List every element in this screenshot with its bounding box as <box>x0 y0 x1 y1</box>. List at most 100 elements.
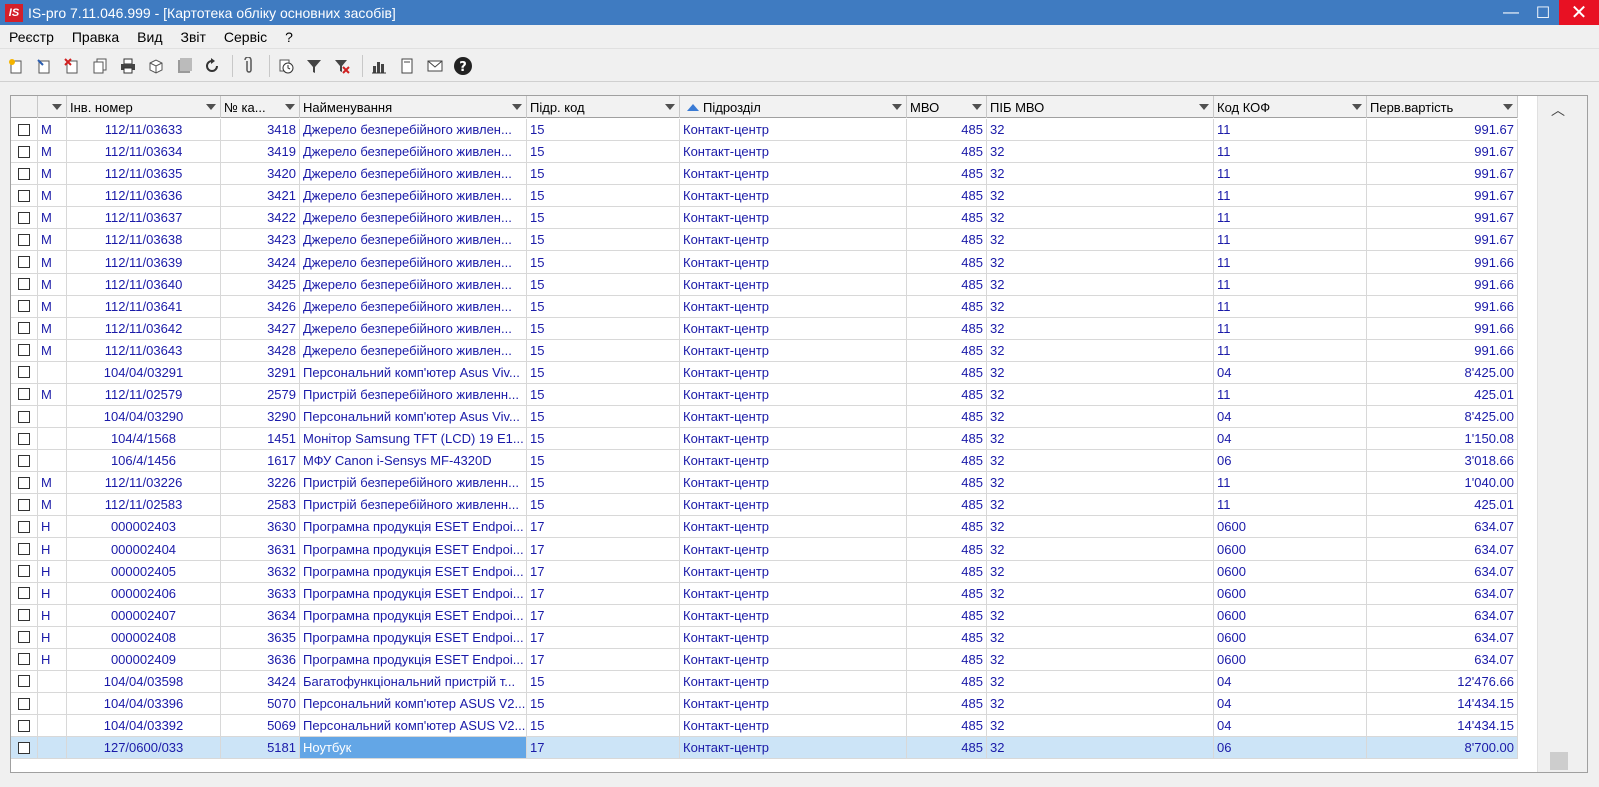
cell-department[interactable]: Контакт-центр <box>680 163 907 185</box>
cell-flag[interactable]: Н <box>38 538 67 560</box>
cell-dept-code[interactable]: 15 <box>527 715 680 737</box>
cell-inv-number[interactable]: 112/11/03641 <box>67 295 221 317</box>
cell-name[interactable]: Джерело безперебійного живлен... <box>300 185 527 207</box>
cell-mvo[interactable]: 485 <box>907 229 987 251</box>
row-checkbox[interactable] <box>18 498 30 511</box>
copy-icon[interactable] <box>88 54 112 78</box>
cell-mvo-name[interactable]: 32 <box>987 406 1214 428</box>
row-checkbox[interactable] <box>18 432 30 445</box>
cell-mvo-name[interactable]: 32 <box>987 428 1214 450</box>
row-checkbox[interactable] <box>18 322 30 335</box>
cell-card-number[interactable]: 1617 <box>221 450 300 472</box>
cell-dept-code[interactable]: 15 <box>527 119 680 141</box>
cell-flag[interactable]: Н <box>38 626 67 648</box>
cell-mvo-name[interactable]: 32 <box>987 693 1214 715</box>
cell-inv-number[interactable]: 112/11/03642 <box>67 317 221 339</box>
cell-department[interactable]: Контакт-центр <box>680 251 907 273</box>
cell-inv-number[interactable]: 104/04/03598 <box>67 670 221 693</box>
cell-mvo[interactable]: 485 <box>907 516 987 538</box>
cell-kof-code[interactable]: 11 <box>1214 141 1367 163</box>
row-checkbox[interactable] <box>18 697 30 710</box>
cell-kof-code[interactable]: 04 <box>1214 406 1367 428</box>
cell-initial-cost[interactable]: 634.07 <box>1367 516 1518 538</box>
cell-card-number[interactable]: 3632 <box>221 560 300 582</box>
cell-inv-number[interactable]: 000002405 <box>67 560 221 582</box>
cell-mvo[interactable]: 485 <box>907 472 987 494</box>
cell-name[interactable]: Монітор Samsung TFT (LCD) 19 E1... <box>300 428 527 450</box>
filter-dropdown-icon[interactable] <box>892 104 902 110</box>
table-row[interactable]: Н 000002406 3633 Програмна продукція ESET E… <box>11 582 1518 605</box>
cell-inv-number[interactable]: 112/11/03643 <box>67 339 221 361</box>
cell-kof-code[interactable]: 11 <box>1214 317 1367 339</box>
cell-name[interactable]: Програмна продукція ESET Endpoi... <box>300 560 527 582</box>
cell-mvo[interactable]: 485 <box>907 185 987 207</box>
table-row[interactable]: М 112/11/03638 3423 Джерело безперебійного … <box>11 229 1518 252</box>
cell-initial-cost[interactable]: 425.01 <box>1367 383 1518 406</box>
filter-icon[interactable] <box>302 54 326 78</box>
cell-card-number[interactable]: 5181 <box>221 737 300 759</box>
cell-department[interactable]: Контакт-центр <box>680 472 907 494</box>
cell-flag[interactable]: М <box>38 185 67 207</box>
cell-dept-code[interactable]: 17 <box>527 560 680 582</box>
cell-inv-number[interactable]: 000002407 <box>67 604 221 626</box>
cell-mvo-name[interactable]: 32 <box>987 670 1214 693</box>
cell-mvo[interactable]: 485 <box>907 450 987 472</box>
cell-initial-cost[interactable]: 991.66 <box>1367 317 1518 339</box>
cell-kof-code[interactable]: 0600 <box>1214 626 1367 648</box>
cell-dept-code[interactable]: 15 <box>527 251 680 273</box>
cell-initial-cost[interactable]: 634.07 <box>1367 604 1518 626</box>
cell-mvo-name[interactable]: 32 <box>987 207 1214 229</box>
cell-dept-code[interactable]: 17 <box>527 538 680 560</box>
delete-icon[interactable] <box>60 54 84 78</box>
cell-initial-cost[interactable]: 991.67 <box>1367 207 1518 229</box>
cell-inv-number[interactable]: 112/11/03635 <box>67 163 221 185</box>
table-row[interactable]: Н 000002409 3636 Програмна продукція ESET E… <box>11 648 1518 671</box>
table-row[interactable]: М 112/11/03639 3424 Джерело безперебійного … <box>11 251 1518 274</box>
cell-initial-cost[interactable]: 8'425.00 <box>1367 361 1518 383</box>
cell-mvo-name[interactable]: 32 <box>987 119 1214 141</box>
scroll-up-icon[interactable]: ︿ <box>1551 100 1565 120</box>
cell-dept-code[interactable]: 15 <box>527 383 680 406</box>
row-checkbox[interactable] <box>18 565 30 578</box>
cell-flag[interactable]: М <box>38 251 67 273</box>
filter-dropdown-icon[interactable] <box>972 104 982 110</box>
cell-mvo-name[interactable]: 32 <box>987 185 1214 207</box>
table-row[interactable]: 104/04/03392 5069 Персональний комп'ютер A… <box>11 715 1518 738</box>
cell-mvo[interactable]: 485 <box>907 715 987 737</box>
row-checkbox[interactable] <box>18 145 30 158</box>
cell-kof-code[interactable]: 11 <box>1214 163 1367 185</box>
table-row[interactable]: М 112/11/03643 3428 Джерело безперебійного … <box>11 339 1518 362</box>
cell-kof-code[interactable]: 0600 <box>1214 604 1367 626</box>
menu-edit[interactable]: Правка <box>63 29 128 45</box>
row-checkbox[interactable] <box>18 719 30 732</box>
cell-dept-code[interactable]: 17 <box>527 582 680 604</box>
cell-mvo-name[interactable]: 32 <box>987 450 1214 472</box>
cell-mvo[interactable]: 485 <box>907 163 987 185</box>
cell-flag[interactable]: М <box>38 229 67 251</box>
cell-name[interactable]: Персональний комп'ютер Asus Viv... <box>300 361 527 383</box>
table-row[interactable]: Н 000002408 3635 Програмна продукція ESET E… <box>11 626 1518 649</box>
column-header-cost[interactable]: Перв.вартість <box>1367 96 1518 118</box>
print-icon[interactable] <box>116 54 140 78</box>
row-checkbox[interactable] <box>18 344 30 357</box>
cell-initial-cost[interactable]: 991.66 <box>1367 339 1518 361</box>
menu-help[interactable]: ? <box>276 29 302 45</box>
cell-inv-number[interactable]: 127/0600/033 <box>67 737 221 759</box>
row-checkbox[interactable] <box>18 388 30 401</box>
cell-mvo[interactable]: 485 <box>907 317 987 339</box>
cell-name[interactable]: Джерело безперебійного живлен... <box>300 251 527 273</box>
filter-dropdown-icon[interactable] <box>206 104 216 110</box>
row-checkbox[interactable] <box>18 410 30 423</box>
row-checkbox[interactable] <box>18 167 30 180</box>
cell-card-number[interactable]: 3418 <box>221 119 300 141</box>
cell-inv-number[interactable]: 112/11/03633 <box>67 119 221 141</box>
cell-mvo[interactable]: 485 <box>907 295 987 317</box>
cell-initial-cost[interactable]: 425.01 <box>1367 494 1518 516</box>
cell-card-number[interactable]: 5070 <box>221 693 300 715</box>
cell-flag[interactable] <box>38 737 67 759</box>
cell-kof-code[interactable]: 04 <box>1214 428 1367 450</box>
table-row[interactable]: Н 000002404 3631 Програмна продукція ESET E… <box>11 538 1518 561</box>
filter-dropdown-icon[interactable] <box>52 104 62 110</box>
menu-registry[interactable]: Реєстр <box>0 29 63 45</box>
cell-card-number[interactable]: 3423 <box>221 229 300 251</box>
